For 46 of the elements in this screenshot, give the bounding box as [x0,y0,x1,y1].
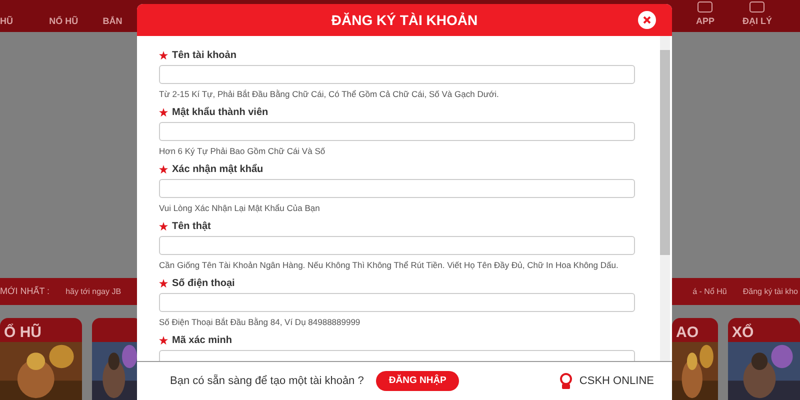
close-button[interactable] [638,11,656,29]
star-icon [159,108,168,117]
game-card[interactable]: AO [672,318,718,400]
support-link[interactable]: CSKH ONLINE [559,372,654,390]
input-field[interactable] [159,65,635,84]
close-icon [642,15,652,25]
field-hint: Vui Lòng Xác Nhận Lại Mật Khẩu Của Bạn [159,202,321,214]
nav-icon [749,0,766,12]
field-hint: Hơn 6 Ký Tự Phải Bao Gồm Chữ Cái Và Số [159,145,326,157]
field-label: Mật khẩu thành viên [172,106,268,120]
star-icon [159,279,168,288]
field-label: Tên thật [172,220,211,234]
field-hint: Cần Giống Tên Tài Khoản Ngân Hàng. Nếu Không Thì Không Thể Rút Tiền. Viết Họ Tên Đầy Đủ, Chữ In Hoa Không Dấu. [159,259,620,271]
field-hint: Từ 2-15 Kí Tự, Phải Bắt Đầu Bằng Chữ Cái, Có Thể Gồm Cả Chữ Cái, Số Và Gạch Dưới. [159,88,500,100]
star-icon [159,165,168,174]
dialog-title: ĐĂNG KÝ TÀI KHOẢN [331,10,478,30]
input-field[interactable] [159,122,635,141]
card-title: Ổ HŨ [3,322,42,342]
field-label: Số điện thoại [172,277,235,291]
ticker-label: MỚI NHẤT : [0,284,50,298]
field-hint: Số Điện Thoại Bắt Đầu Bằng 84, Ví Dụ 84988889999 [159,316,362,328]
star-icon [159,336,168,345]
game-card[interactable]: XỔ [728,318,800,400]
nav-item[interactable]: BẮN [88,14,137,28]
field-label: Tên tài khoản [172,49,236,63]
nav-item[interactable]: HŨ [0,14,40,28]
nav-icon [697,0,714,12]
headset-icon [559,373,574,389]
login-button[interactable]: ĐĂNG NHẬP [376,370,460,392]
input-field[interactable] [159,236,635,255]
star-icon [159,51,168,60]
field-label: Xác nhận mật khẩu [172,162,264,177]
star-icon [159,222,168,231]
nav-item[interactable]: APP [696,0,714,28]
input-field[interactable] [159,179,635,198]
ticker-text: á - Nổ Hũ [692,286,727,298]
card-title: AO [675,323,700,342]
game-card[interactable]: Ổ HŨ [0,318,82,400]
ticker-text: hãy tới ngay JB [66,286,122,298]
card-title: XỔ [731,322,755,342]
field-label: Mã xác minh [172,334,232,348]
nav-item[interactable]: NỔ HŨ [39,14,88,28]
input-field[interactable] [159,293,635,312]
account-prompt: Bạn có sẵn sàng để tạo một tài khoản ? [170,374,364,389]
ticker-text: Đăng ký tài kho [742,286,798,298]
nav-item[interactable]: ĐẠI LÝ [742,0,772,28]
